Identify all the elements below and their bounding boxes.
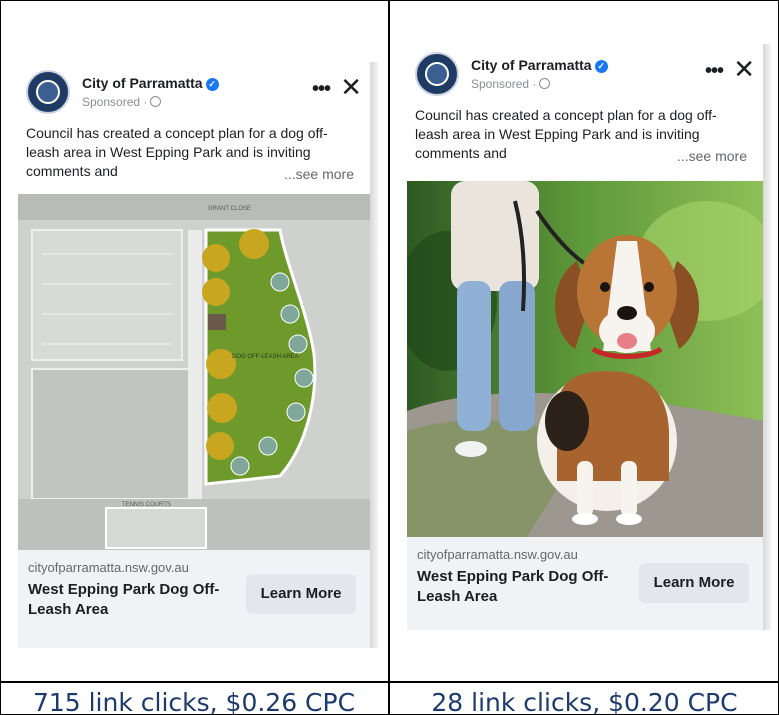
link-headline[interactable]: West Epping Park Dog Off-Leash Area <box>417 567 627 607</box>
page-avatar[interactable] <box>415 52 459 96</box>
more-options-icon[interactable]: ••• <box>312 78 331 101</box>
link-domain: cityofparramatta.nsw.gov.au <box>417 547 578 562</box>
ad-link-footer[interactable]: cityofparramatta.nsw.gov.au West Epping … <box>407 537 763 630</box>
beagle-photo <box>407 181 763 537</box>
sponsored-label: Sponsored · <box>82 95 162 109</box>
ad-result-caption-left: 715 link clicks, $0.26 CPC <box>32 688 356 715</box>
ad-header: City of Parramatta ✓ Sponsored · ••• ✕ <box>415 52 755 96</box>
page-name-row[interactable]: City of Parramatta ✓ <box>471 57 608 73</box>
see-more-link[interactable]: ...see more <box>677 148 747 164</box>
verified-badge-icon: ✓ <box>594 60 608 73</box>
close-icon[interactable]: ✕ <box>733 54 755 85</box>
close-icon[interactable]: ✕ <box>340 72 362 103</box>
map-street-label: GRANT CLOSE <box>208 206 251 212</box>
row-divider <box>0 681 779 683</box>
see-more-link[interactable]: ...see more <box>284 166 354 182</box>
ad-shadow <box>763 44 771 630</box>
page-name[interactable]: City of Parramatta <box>471 57 592 73</box>
column-divider <box>388 0 390 715</box>
page-name[interactable]: City of Parramatta <box>82 75 203 91</box>
link-domain: cityofparramatta.nsw.gov.au <box>28 560 189 575</box>
map-area-label: DOG OFF-LEASH AREA <box>232 354 299 360</box>
link-headline[interactable]: West Epping Park Dog Off-Leash Area <box>28 580 238 620</box>
more-options-icon[interactable]: ••• <box>705 60 724 83</box>
learn-more-button[interactable]: Learn More <box>639 563 749 603</box>
globe-icon <box>150 96 162 107</box>
ad-media-map[interactable]: GRANT CLOSE DOG OFF-LEASH AREA TENNIS CO… <box>18 194 370 550</box>
facebook-ad-card-photo: City of Parramatta ✓ Sponsored · ••• ✕ Co… <box>407 44 763 630</box>
ad-link-footer[interactable]: cityofparramatta.nsw.gov.au West Epping … <box>18 550 370 648</box>
ad-shadow <box>370 62 378 648</box>
verified-badge-icon: ✓ <box>205 78 219 91</box>
facebook-ad-card-map: City of Parramatta ✓ Sponsored · ••• ✕ Co… <box>18 62 370 648</box>
page-name-row[interactable]: City of Parramatta ✓ <box>82 75 219 91</box>
learn-more-button[interactable]: Learn More <box>246 574 356 614</box>
concept-plan-map: GRANT CLOSE DOG OFF-LEASH AREA TENNIS CO… <box>18 194 370 550</box>
council-logo-icon <box>36 80 60 104</box>
sponsored-text: Sponsored · <box>471 77 537 91</box>
council-logo-icon <box>425 62 449 86</box>
sponsored-text: Sponsored · <box>82 95 148 109</box>
globe-icon <box>539 78 551 89</box>
sponsored-label: Sponsored · <box>471 77 551 91</box>
page-avatar[interactable] <box>26 70 70 114</box>
map-courts-label: TENNIS COURTS <box>122 502 171 508</box>
ad-result-caption-right: 28 link clicks, $0.20 CPC <box>431 688 738 715</box>
ad-header: City of Parramatta ✓ Sponsored · ••• ✕ <box>26 70 362 114</box>
ad-media-photo[interactable] <box>407 181 763 537</box>
